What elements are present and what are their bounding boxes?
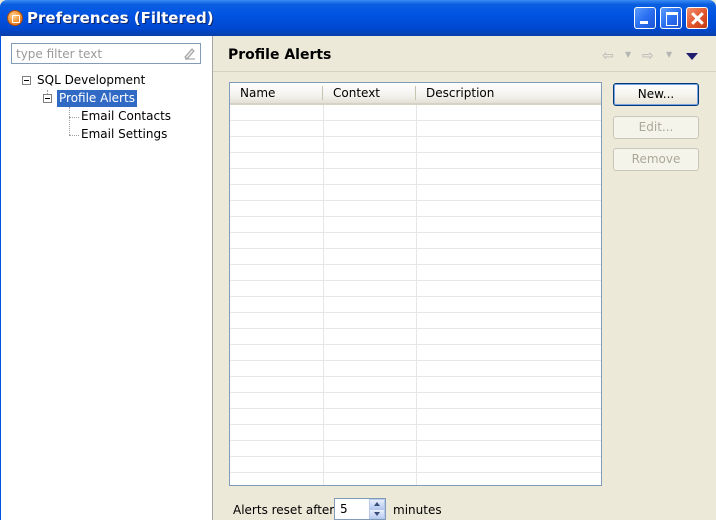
tree-item-sql-development[interactable]: SQL Development bbox=[1, 72, 212, 89]
tree-item-label: SQL Development bbox=[37, 73, 146, 87]
close-button[interactable] bbox=[686, 7, 708, 29]
alerts-table[interactable]: Name Context Description bbox=[229, 82, 602, 486]
column-gridline bbox=[323, 105, 324, 485]
preference-page: Profile Alerts ⇦ ▼ ⇨ ▼ Name Context Desc… bbox=[213, 36, 716, 520]
tree-item-label: Email Contacts bbox=[81, 109, 172, 123]
column-gridline bbox=[416, 105, 417, 485]
tree-item-email-contacts[interactable]: Email Contacts bbox=[1, 108, 212, 125]
spin-up-icon[interactable] bbox=[369, 499, 385, 509]
remove-button[interactable]: Remove bbox=[613, 148, 699, 171]
reset-minutes-input[interactable] bbox=[335, 499, 368, 519]
back-arrow-icon[interactable]: ⇦ bbox=[602, 48, 614, 64]
reset-interval-row: Alerts reset after minutes bbox=[233, 498, 533, 520]
tree-item-profile-alerts[interactable]: Profile Alerts bbox=[1, 90, 212, 107]
forward-arrow-icon[interactable]: ⇨ bbox=[642, 48, 654, 64]
preferences-tree-panel: SQL Development Profile Alerts Email Con… bbox=[0, 36, 213, 520]
window-title: Preferences (Filtered) bbox=[27, 9, 214, 27]
tree-item-email-settings[interactable]: Email Settings bbox=[1, 126, 212, 143]
tree-item-label: Profile Alerts bbox=[57, 90, 137, 107]
filter-field[interactable] bbox=[11, 43, 201, 64]
collapse-icon[interactable] bbox=[43, 94, 52, 103]
page-header: Profile Alerts ⇦ ▼ ⇨ ▼ bbox=[213, 36, 716, 72]
app-icon bbox=[7, 10, 23, 26]
new-button[interactable]: New... bbox=[613, 83, 699, 106]
column-header-name[interactable]: Name bbox=[230, 83, 322, 103]
page-title: Profile Alerts bbox=[228, 47, 332, 63]
collapse-icon[interactable] bbox=[22, 76, 31, 85]
reset-label: Alerts reset after bbox=[233, 503, 335, 517]
forward-history-dropdown-icon[interactable]: ▼ bbox=[666, 50, 672, 59]
column-header-context[interactable]: Context bbox=[323, 83, 415, 103]
reset-minutes-spinner[interactable] bbox=[334, 498, 386, 520]
table-header: Name Context Description bbox=[230, 83, 601, 105]
back-history-dropdown-icon[interactable]: ▼ bbox=[625, 50, 631, 59]
view-menu-icon[interactable] bbox=[686, 53, 698, 60]
tree-item-label: Email Settings bbox=[81, 127, 168, 141]
reset-suffix: minutes bbox=[393, 503, 442, 517]
filter-input[interactable] bbox=[12, 44, 177, 63]
clear-filter-icon[interactable] bbox=[184, 47, 196, 60]
maximize-button[interactable] bbox=[660, 7, 682, 29]
edit-button[interactable]: Edit... bbox=[613, 116, 699, 139]
column-header-description[interactable]: Description bbox=[416, 83, 601, 103]
title-bar: Preferences (Filtered) bbox=[0, 0, 716, 36]
minimize-button[interactable] bbox=[634, 7, 656, 29]
spin-down-icon[interactable] bbox=[369, 509, 385, 519]
